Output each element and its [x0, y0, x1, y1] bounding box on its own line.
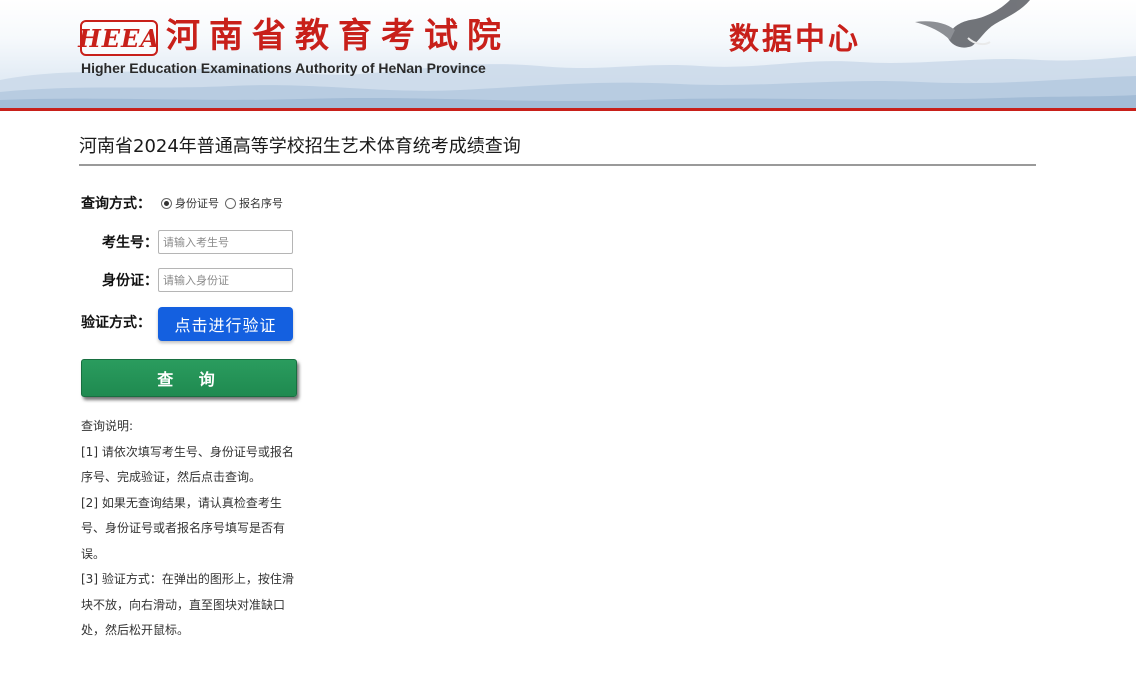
header-banner: HEEA 河南省教育考试院 Higher Education Examinati… — [0, 0, 1136, 110]
verify-button[interactable]: 点击进行验证 — [158, 307, 293, 341]
radio-button-registration-no[interactable] — [225, 197, 236, 209]
radio-option-registration-no[interactable]: 报名序号 — [225, 195, 283, 211]
exam-no-input[interactable] — [158, 230, 293, 254]
id-card-input[interactable] — [158, 268, 293, 292]
org-name: 河南省教育考试院 — [166, 16, 510, 56]
eagle-icon — [915, 0, 1030, 48]
exam-no-row: 考生号： — [81, 230, 293, 254]
query-instructions: 查询说明: [1] 请依次填写考生号、身份证号或报名序号、完成验证，然后点击查询… — [81, 414, 303, 644]
logo-icon: HEEA — [78, 20, 159, 56]
verify-method-row: 验证方式： 点击进行验证 — [81, 307, 293, 341]
query-button[interactable]: 查 询 — [81, 359, 297, 397]
instructions-heading: 查询说明: — [81, 419, 134, 433]
radio-button-id-card[interactable] — [161, 197, 172, 209]
verify-method-label: 验证方式： — [81, 315, 151, 331]
instruction-item: [2] 如果无查询结果，请认真检查考生号、身份证号或者报名序号填写是否有误。 — [81, 495, 286, 561]
page-title: 河南省2024年普通高等学校招生艺术体育统考成绩查询 — [79, 136, 521, 157]
radio-label-registration-no: 报名序号 — [239, 197, 283, 210]
exam-no-label: 考生号： — [102, 235, 158, 251]
instruction-item: [1] 请依次填写考生号、身份证号或报名序号、完成验证，然后点击查询。 — [81, 444, 294, 485]
instruction-item: [3] 验证方式：在弹出的图形上，按住滑块不放，向右滑动，直至图块对准缺口处，然… — [81, 572, 294, 637]
title-divider — [79, 164, 1036, 166]
radio-option-id-card[interactable]: 身份证号 — [161, 195, 219, 211]
id-card-row: 身份证： — [81, 268, 293, 292]
query-method-label: 查询方式： — [81, 196, 151, 212]
header-divider — [0, 108, 1136, 111]
org-name-english: Higher Education Examinations Authority … — [81, 60, 486, 76]
data-center-title: 数据中心 — [729, 22, 861, 57]
query-method-row: 查询方式： 身份证号 报名序号 — [81, 193, 289, 213]
id-card-label: 身份证： — [102, 273, 158, 289]
radio-label-id-card: 身份证号 — [175, 197, 219, 210]
query-method-radio-group: 身份证号 报名序号 — [161, 195, 289, 211]
